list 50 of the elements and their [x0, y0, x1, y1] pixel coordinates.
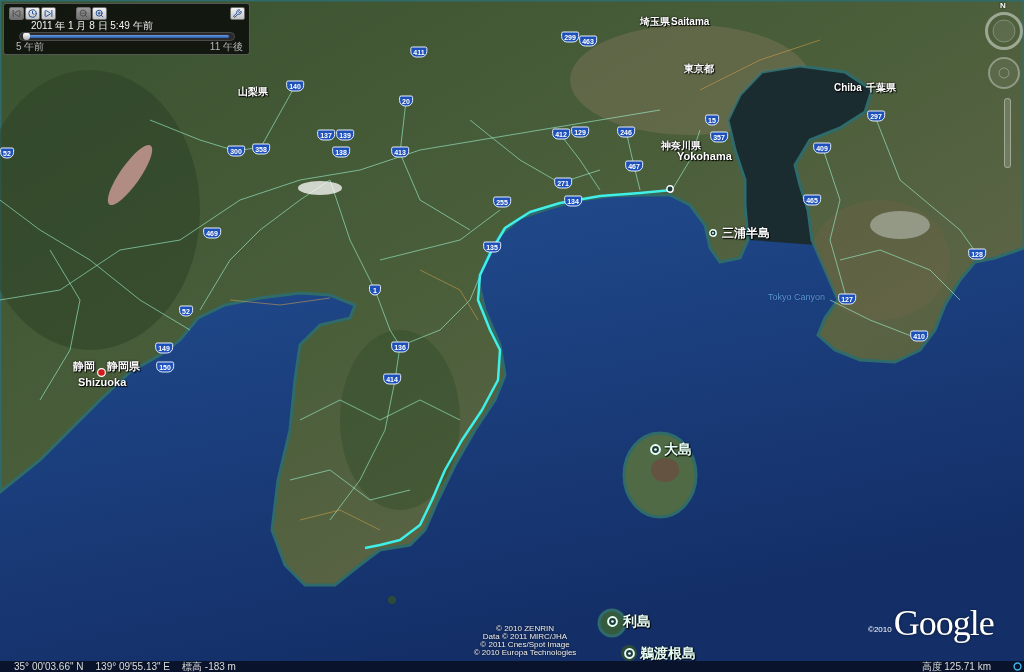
zoom-in-button[interactable] [92, 6, 107, 20]
zoom-slider-track[interactable] [1004, 98, 1011, 168]
cloud [107, 145, 153, 205]
place-label: 千葉県 [866, 82, 896, 94]
time-slider-thumb[interactable] [23, 33, 31, 40]
place-label: 三浦半島 [722, 226, 770, 240]
wrench-icon [233, 8, 242, 18]
place-label: 利島 [623, 613, 651, 629]
date-time-text: 2011 年 1 月 8 日 5:49 午前 [31, 20, 153, 31]
place-label: 神奈川県 [661, 140, 701, 152]
copyright-text: © 2010 ZENRIN [496, 625, 554, 633]
compass-ring-icon[interactable] [984, 11, 1024, 51]
step-back-icon [12, 8, 21, 18]
place-label: 山梨県 [238, 86, 268, 98]
copyright-text: © 2011 Cnes/Spot Image [480, 641, 570, 649]
islet [388, 596, 396, 604]
copyright-text: ©2010 [868, 625, 892, 634]
zoom-out-icon [79, 8, 88, 18]
place-label: Tokyo Canyon [768, 292, 826, 302]
place-label: 東京都 [684, 63, 714, 75]
place-label: 静岡 [73, 360, 95, 373]
step-forward-icon [44, 8, 53, 18]
clock-icon [28, 8, 37, 18]
place-label: 鵜渡根島 [640, 645, 696, 661]
elevation-text: 標高 -183 m [182, 661, 236, 672]
cloud [298, 181, 342, 195]
compass-north-label: N [1000, 1, 1006, 10]
ring-icon [1013, 662, 1022, 671]
range-end-label: 11 午後 [209, 41, 243, 53]
place-label: Yokohama [677, 150, 732, 163]
copyright-text: © 2010 Europa Technologies [473, 649, 577, 657]
place-label: 静岡県 [107, 360, 140, 373]
place-marker-icon [666, 185, 674, 193]
clock-button[interactable] [25, 6, 40, 20]
zoom-in-icon [95, 8, 104, 18]
step-forward-button[interactable] [41, 6, 56, 20]
altitude-text: 高度 125.71 km [921, 661, 991, 672]
place-label: Saitama [671, 16, 710, 28]
google-logo: Google [893, 603, 994, 643]
longitude-text: 139° 09'55.13" E [95, 661, 171, 672]
place-label: 大島 [664, 441, 692, 457]
place-label: Chiba [834, 82, 862, 94]
copyright-text: Data © 2011 MIRC/JHA [482, 633, 568, 641]
time-slider-track[interactable] [19, 32, 235, 41]
range-start-label: 5 午前 [16, 41, 45, 53]
cloud [870, 211, 930, 239]
place-label: 埼玉県 [640, 16, 670, 28]
settings-button[interactable] [230, 6, 245, 20]
place-label: Shizuoka [78, 376, 127, 389]
latitude-text: 35° 00'03.66" N [14, 661, 84, 672]
